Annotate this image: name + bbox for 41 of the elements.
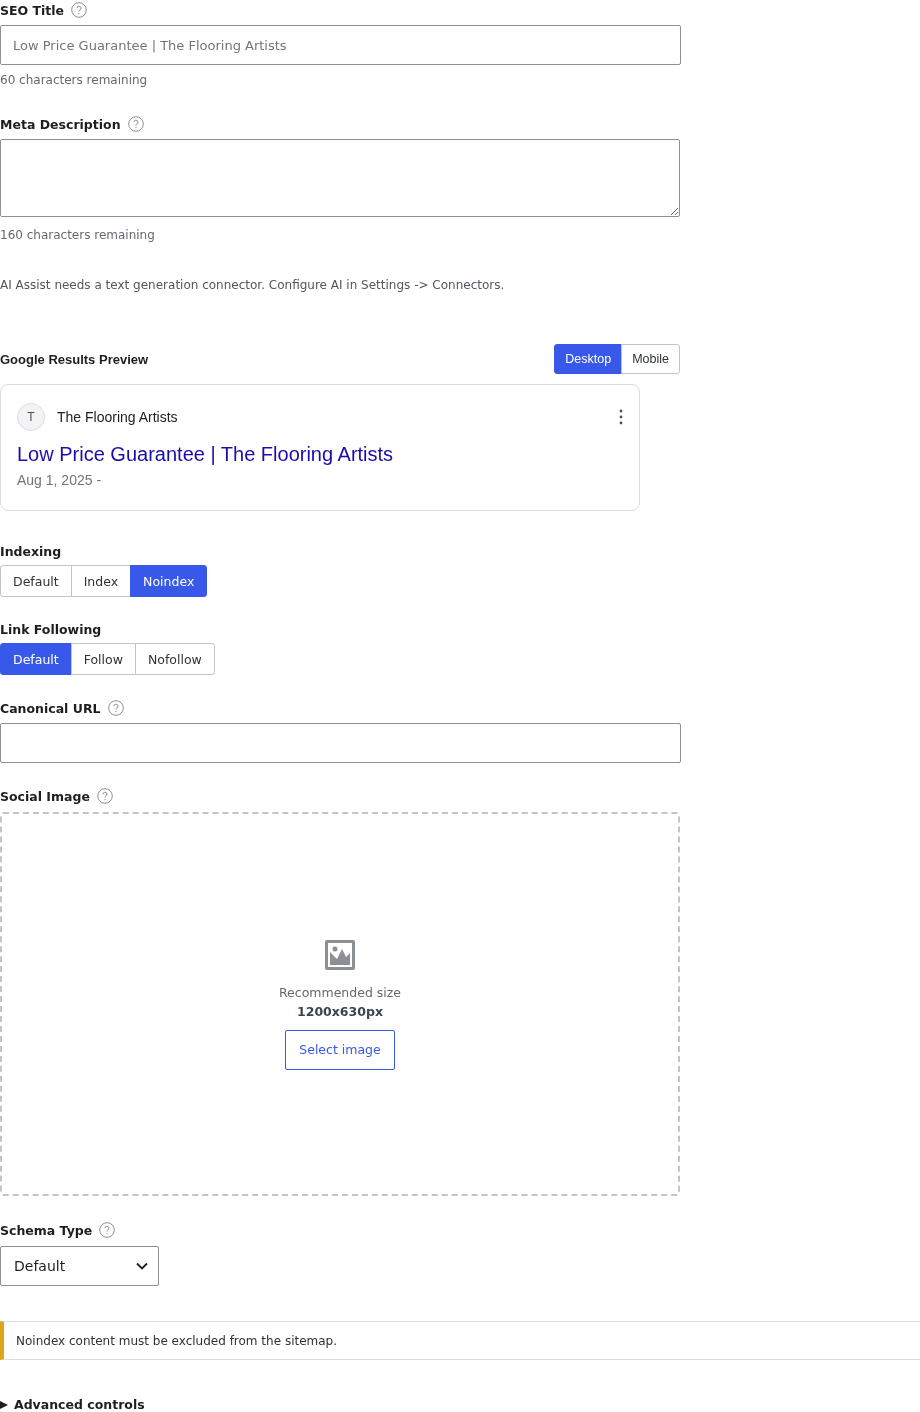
help-icon[interactable]: [107, 700, 124, 716]
field-label: Social Image: [0, 788, 90, 804]
advanced-controls-toggle[interactable]: Advanced controls: [0, 1397, 145, 1412]
select-image-button[interactable]: Select image: [285, 1029, 395, 1070]
segment-option[interactable]: Follow: [70, 643, 136, 675]
character-count: 160 characters remaining: [0, 228, 156, 242]
ai-assist-notice: AI Assist needs a text generation connector. Configure AI in Settings -> Connectors.: [0, 278, 506, 292]
recommended-size: 1200x630px: [297, 1003, 383, 1019]
field-label: SEO Title: [0, 2, 65, 18]
field-label: Canonical URL: [0, 700, 101, 716]
segment-option[interactable]: Default: [0, 643, 72, 675]
site-name: The Flooring Artists: [57, 409, 179, 425]
warning-text: Noindex content must be excluded from the sitemap.: [16, 1333, 338, 1348]
field-label: Link Following: [0, 621, 102, 637]
segment-option[interactable]: Default: [0, 565, 72, 597]
character-count: 60 characters remaining: [0, 73, 149, 87]
segment-option[interactable]: Nofollow: [134, 643, 215, 675]
preview-title: Google Results Preview: [0, 351, 149, 367]
schema-type-select[interactable]: Default: [0, 1246, 159, 1286]
image-icon: [324, 938, 356, 971]
meta-description-input[interactable]: [0, 139, 680, 217]
recommended-size-hint: Recommended size: [278, 984, 402, 1000]
help-icon[interactable]: [99, 1222, 116, 1238]
canonical-url-input[interactable]: [0, 723, 681, 763]
segment-option[interactable]: Desktop: [554, 344, 623, 374]
result-link[interactable]: Low Price Guarantee | The Flooring Artists: [17, 443, 394, 466]
help-icon[interactable]: [96, 788, 113, 804]
help-icon[interactable]: [127, 116, 144, 132]
field-label: Meta Description: [0, 116, 121, 132]
more-icon[interactable]: [619, 409, 623, 425]
seo-title-input[interactable]: Low Price Guarantee | The Flooring Artists: [0, 25, 681, 65]
chevron-down-icon: [136, 1262, 148, 1270]
result-date: Aug 1, 2025 -: [17, 472, 103, 488]
field-label: Indexing: [0, 543, 62, 559]
image-dropzone[interactable]: Recommended size 1200x630px Select image: [0, 812, 680, 1196]
site-avatar: T: [17, 403, 45, 431]
help-icon[interactable]: [71, 2, 88, 18]
field-label: Schema Type: [0, 1222, 93, 1238]
segment-option[interactable]: Index: [70, 565, 132, 597]
segment-option[interactable]: Noindex: [130, 565, 208, 597]
segment-option[interactable]: Mobile: [621, 344, 680, 374]
